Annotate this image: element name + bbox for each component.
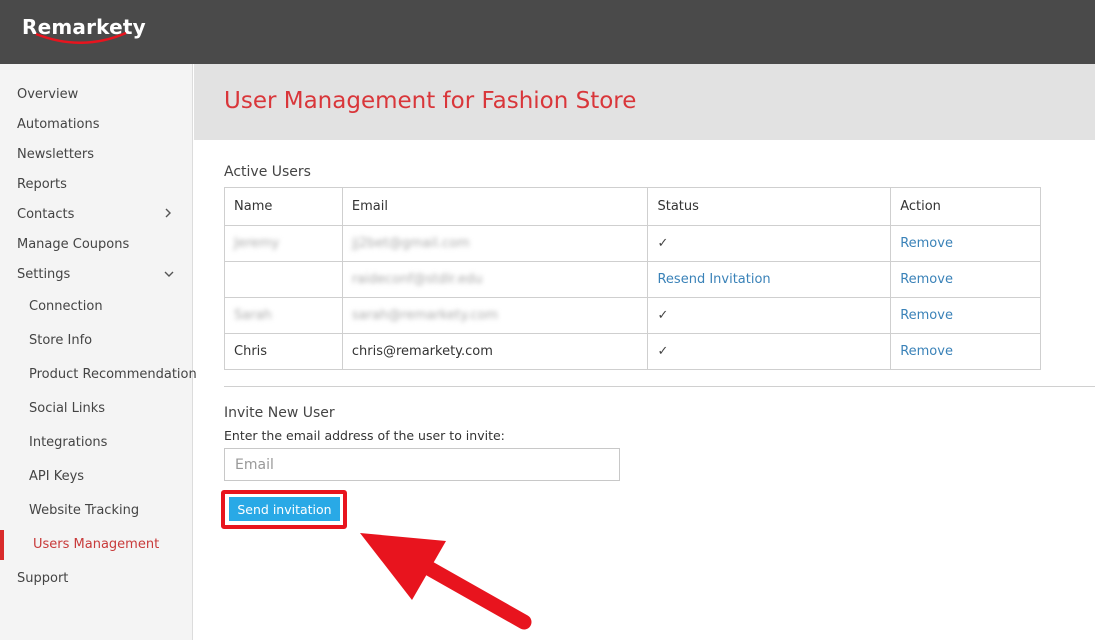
user-email: raideconf@stdlr.edu bbox=[351, 272, 483, 287]
table-row: raideconf@stdlr.edu Resend Invitation Re… bbox=[224, 261, 1041, 298]
user-name: Sarah bbox=[234, 308, 272, 323]
sidebar-item-contacts[interactable]: Contacts bbox=[17, 207, 74, 222]
page-header: User Management for Fashion Store bbox=[194, 64, 1095, 140]
page-title: User Management for Fashion Store bbox=[224, 88, 637, 114]
annotation-arrow-icon bbox=[360, 533, 532, 630]
sidebar-item-manage-coupons[interactable]: Manage Coupons bbox=[17, 237, 129, 252]
remove-link[interactable]: Remove bbox=[900, 308, 953, 323]
user-status-cell: Resend Invitation bbox=[647, 261, 892, 298]
active-users-heading: Active Users bbox=[224, 164, 311, 180]
sidebar-item-connection[interactable]: Connection bbox=[29, 299, 103, 314]
user-email-cell: sarah@remarkety.com bbox=[341, 297, 649, 334]
sidebar-item-store-info[interactable]: Store Info bbox=[29, 333, 92, 348]
checkmark-icon: ✓ bbox=[657, 308, 669, 323]
sidebar-item-users-management[interactable]: Users Management bbox=[0, 530, 193, 560]
sidebar-item-label: Users Management bbox=[33, 537, 160, 552]
sidebar-item-product-recommendation[interactable]: Product Recommendation bbox=[29, 367, 197, 382]
user-status-cell: ✓ bbox=[647, 297, 892, 334]
sidebar-item-settings[interactable]: Settings bbox=[17, 267, 70, 282]
user-name-cell: Chris bbox=[224, 333, 343, 370]
sidebar-item-overview[interactable]: Overview bbox=[17, 87, 78, 102]
active-users-table: Name Email Status Action Jeremy jj2bet@g… bbox=[224, 187, 1041, 370]
send-invitation-button[interactable]: Send invitation bbox=[229, 497, 340, 521]
user-name-cell: Sarah bbox=[224, 297, 343, 334]
user-email-cell: jj2bet@gmail.com bbox=[341, 225, 649, 262]
sidebar-item-newsletters[interactable]: Newsletters bbox=[17, 147, 94, 162]
user-status-cell: ✓ bbox=[647, 333, 892, 370]
top-bar: Remarkety bbox=[0, 0, 1095, 64]
table-row: Sarah sarah@remarkety.com ✓ Remove bbox=[224, 297, 1041, 334]
user-action-cell: Remove bbox=[890, 225, 1041, 262]
sidebar-item-support[interactable]: Support bbox=[17, 571, 68, 586]
active-indicator bbox=[0, 530, 4, 560]
user-action-cell: Remove bbox=[890, 297, 1041, 334]
table-header-row: Name Email Status Action bbox=[224, 187, 1041, 226]
user-action-cell: Remove bbox=[890, 333, 1041, 370]
table-row: Chris chris@remarkety.com ✓ Remove bbox=[224, 333, 1041, 370]
column-header-name: Name bbox=[224, 187, 343, 226]
invite-heading: Invite New User bbox=[224, 405, 335, 421]
remove-link[interactable]: Remove bbox=[900, 344, 953, 359]
sidebar-item-api-keys[interactable]: API Keys bbox=[29, 469, 84, 484]
user-email: jj2bet@gmail.com bbox=[351, 236, 470, 251]
sidebar-item-social-links[interactable]: Social Links bbox=[29, 401, 105, 416]
sidebar-item-integrations[interactable]: Integrations bbox=[29, 435, 107, 450]
column-header-action: Action bbox=[890, 187, 1041, 226]
user-action-cell: Remove bbox=[890, 261, 1041, 298]
user-name: Chris bbox=[234, 344, 268, 359]
section-divider bbox=[224, 386, 1095, 387]
column-header-email: Email bbox=[341, 187, 649, 226]
sidebar-item-reports[interactable]: Reports bbox=[17, 177, 67, 192]
sidebar-item-website-tracking[interactable]: Website Tracking bbox=[29, 503, 139, 518]
user-name-cell: Jeremy bbox=[224, 225, 343, 262]
table-row: Jeremy jj2bet@gmail.com ✓ Remove bbox=[224, 225, 1041, 262]
user-email-cell: chris@remarkety.com bbox=[341, 333, 649, 370]
remove-link[interactable]: Remove bbox=[900, 272, 953, 287]
user-email: chris@remarkety.com bbox=[351, 344, 493, 359]
logo-swoosh-icon bbox=[35, 31, 127, 44]
remove-link[interactable]: Remove bbox=[900, 236, 953, 251]
chevron-down-icon[interactable] bbox=[164, 268, 174, 281]
invite-email-input[interactable] bbox=[224, 448, 620, 481]
user-name-cell bbox=[224, 261, 343, 298]
invite-description: Enter the email address of the user to i… bbox=[224, 428, 505, 443]
resend-invitation-link[interactable]: Resend Invitation bbox=[657, 272, 770, 287]
sidebar-item-automations[interactable]: Automations bbox=[17, 117, 100, 132]
chevron-right-icon[interactable] bbox=[164, 208, 172, 221]
user-email-cell: raideconf@stdlr.edu bbox=[341, 261, 649, 298]
user-status-cell: ✓ bbox=[647, 225, 892, 262]
checkmark-icon: ✓ bbox=[657, 344, 669, 359]
remarkety-logo[interactable]: Remarkety bbox=[22, 12, 146, 52]
checkmark-icon: ✓ bbox=[657, 236, 669, 251]
user-name: Jeremy bbox=[234, 236, 280, 251]
column-header-status: Status bbox=[647, 187, 892, 226]
user-email: sarah@remarkety.com bbox=[351, 308, 499, 323]
